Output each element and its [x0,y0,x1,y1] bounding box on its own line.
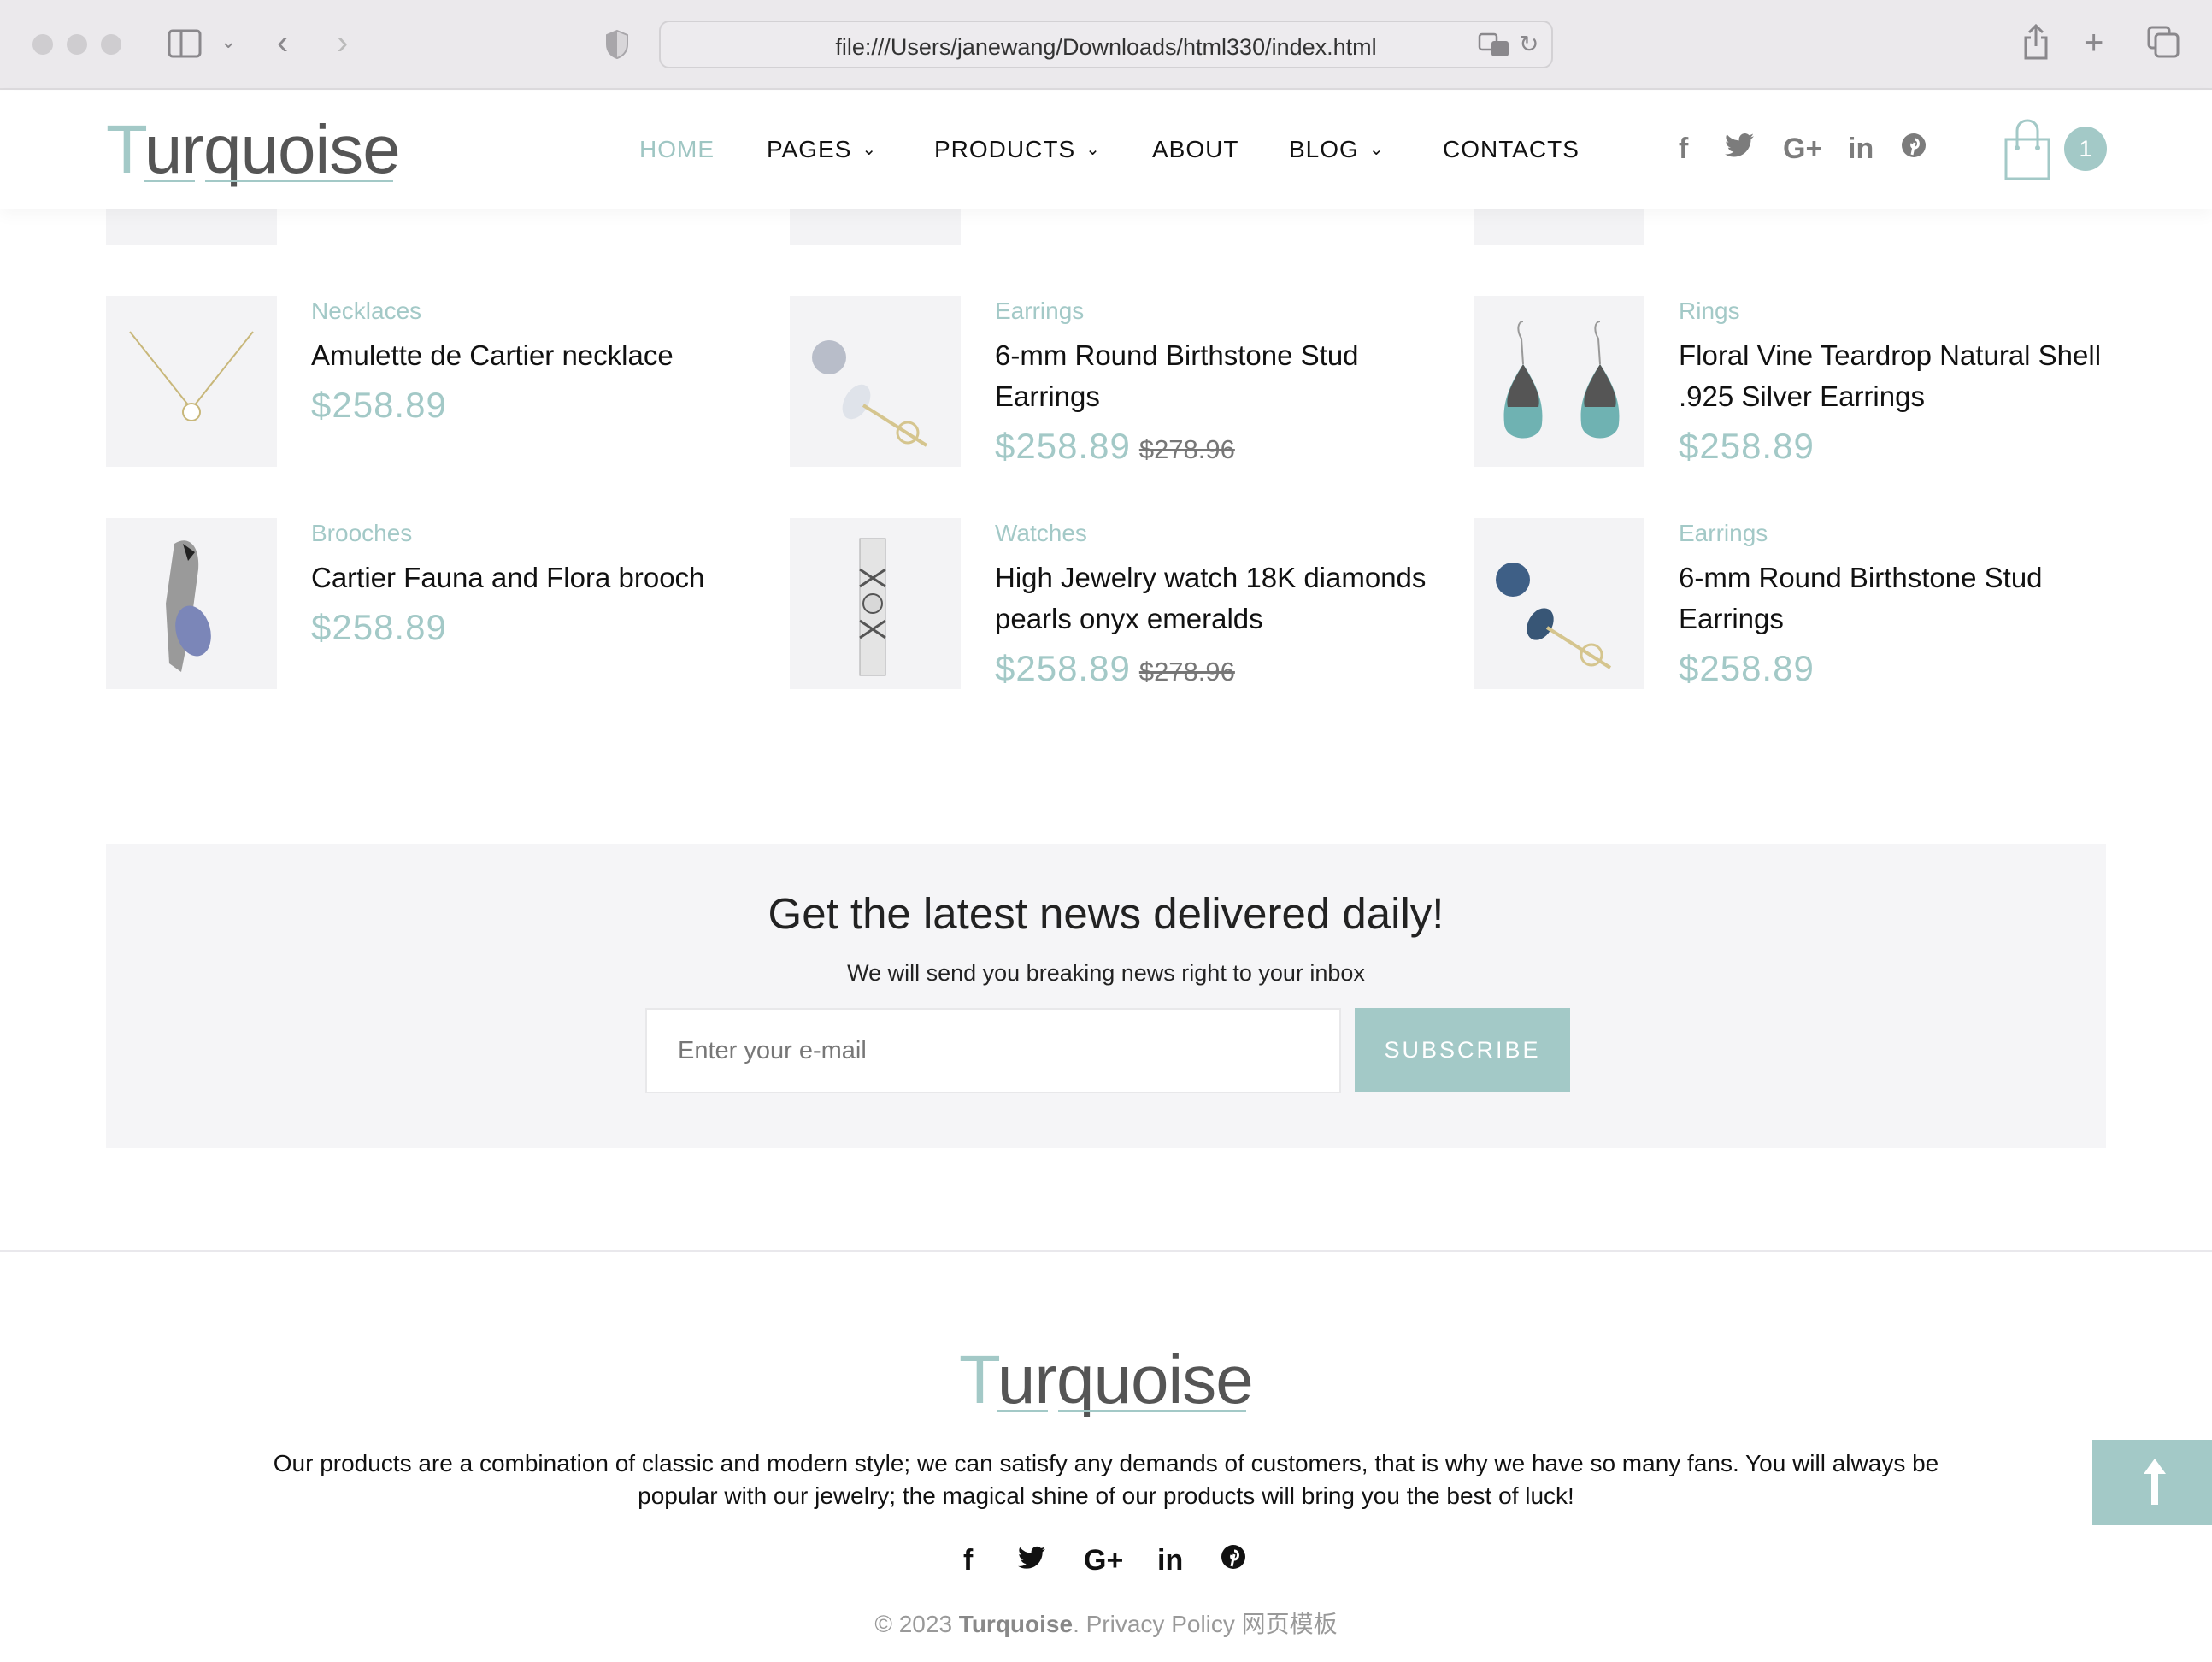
minimize-window-button[interactable] [67,34,87,55]
product-card[interactable]: Rings Floral Vine Teardrop Natural Shell… [1474,296,2140,467]
cart-icon[interactable] [2002,119,2053,182]
tab-overview-icon[interactable] [2147,26,2180,63]
reload-icon[interactable]: ↻ [1519,32,1538,56]
google-plus-icon[interactable]: G+ [1783,133,1822,166]
product-price: $258.89 [1679,648,1815,688]
product-name[interactable]: 6-mm Round Birthstone Stud Earrings [995,335,1431,417]
footer-logo[interactable]: Turquoise [959,1341,1254,1419]
product-price: $258.89 $278.96 [995,648,1235,688]
product-category[interactable]: Earrings [995,298,1084,325]
chevron-down-icon: ⌄ [1085,140,1101,159]
product-old-price: $278.96 [1138,657,1235,687]
chevron-down-icon: ⌄ [862,140,878,159]
nav-home[interactable]: HOME [639,136,715,163]
newsletter-subtitle: We will send you breaking news right to … [847,960,1365,986]
logo[interactable]: Turquoise [106,110,401,189]
nav-pages[interactable]: PAGES ⌄ [767,136,877,163]
privacy-shield-icon[interactable] [605,29,629,65]
nav-contacts[interactable]: CONTACTS [1443,136,1580,163]
product-image-teardrop-earrings[interactable] [1474,296,1644,467]
close-window-button[interactable] [32,34,53,55]
product-name[interactable]: Amulette de Cartier necklace [311,335,747,376]
product-category[interactable]: Watches [995,520,1087,547]
forward-icon[interactable]: › [337,26,348,60]
translate-icon[interactable] [1478,32,1512,64]
sidebar-toggle-icon[interactable] [168,29,202,63]
google-plus-icon[interactable]: G+ [1084,1544,1123,1577]
subscribe-button[interactable]: SUBSCRIBE [1355,1008,1570,1092]
product-card[interactable]: Earrings 6-mm Round Birthstone Stud Earr… [790,296,1456,467]
product-price: $258.89 [1679,426,1815,466]
copyright: © 2023 Turquoise. Privacy Policy 网页模板 [874,1611,1338,1637]
product-price: $258.89 [311,607,447,647]
product-category[interactable]: Rings [1679,298,1740,325]
newsletter-section: Get the latest news delivered daily! We … [106,844,2106,1148]
facebook-icon[interactable]: f [1679,133,1688,166]
back-to-top-button[interactable] [2092,1440,2212,1525]
product-card[interactable]: Watches High Jewelry watch 18K diamonds … [790,518,1456,689]
product-old-price: $278.96 [1138,434,1235,464]
site-header: Turquoise HOME PAGES ⌄ PRODUCTS ⌄ ABOUT BL… [0,91,2212,209]
pinterest-icon[interactable] [1221,1544,1246,1577]
share-icon[interactable] [2022,23,2050,65]
twitter-icon[interactable] [1725,133,1754,166]
product-card[interactable]: Brooches Cartier Fauna and Flora brooch … [106,518,773,689]
product-name[interactable]: High Jewelry watch 18K diamonds pearls o… [995,557,1431,639]
email-input[interactable] [645,1008,1341,1093]
nav-products[interactable]: PRODUCTS ⌄ [934,136,1101,163]
facebook-icon[interactable]: f [963,1544,973,1577]
linkedin-icon[interactable]: in [1157,1544,1183,1577]
address-bar[interactable]: file:///Users/janewang/Downloads/html330… [659,21,1553,68]
browser-toolbar: ⌄ ‹ › file:///Users/janewang/Downloads/h… [0,0,2212,90]
product-name[interactable]: Floral Vine Teardrop Natural Shell .925 … [1679,335,2115,417]
footer-description: Our products are a combination of classi… [273,1450,1939,1509]
product-category[interactable]: Necklaces [311,298,421,325]
nav-about[interactable]: ABOUT [1152,136,1238,163]
pinterest-icon[interactable] [1901,133,1927,166]
chevron-down-icon[interactable]: ⌄ [221,32,236,51]
privacy-policy-link[interactable]: . Privacy Policy 网页模板 [1073,1611,1338,1637]
arrow-up-icon [2144,1459,2166,1505]
brand-link[interactable]: Turquoise [959,1611,1073,1637]
product-image-partial[interactable] [790,209,961,245]
product-price: $258.89 [311,385,447,425]
new-tab-icon[interactable]: + [2084,26,2103,60]
product-image-necklace[interactable] [106,296,277,467]
zoom-window-button[interactable] [101,34,121,55]
product-image-partial[interactable] [106,209,277,245]
product-category[interactable]: Earrings [1679,520,1768,547]
product-price: $258.89 $278.96 [995,426,1235,466]
product-category[interactable]: Brooches [311,520,412,547]
product-image-blue-earrings[interactable] [1474,518,1644,689]
product-name[interactable]: 6-mm Round Birthstone Stud Earrings [1679,557,2115,639]
product-image-partial[interactable] [1474,209,1644,245]
url-text[interactable]: file:///Users/janewang/Downloads/html330… [661,34,1551,61]
nav-blog[interactable]: BLOG ⌄ [1289,136,1385,163]
product-name[interactable]: Cartier Fauna and Flora brooch [311,557,747,598]
twitter-icon[interactable] [1018,1544,1045,1577]
newsletter-title: Get the latest news delivered daily! [768,889,1444,938]
product-image-brooch[interactable] [106,518,277,689]
product-image-earrings[interactable] [790,296,961,467]
cart-count-badge[interactable]: 1 [2064,127,2107,171]
product-image-watch[interactable] [790,518,961,689]
footer-divider [0,1250,2212,1252]
product-card[interactable]: Necklaces Amulette de Cartier necklace $… [106,296,773,467]
linkedin-icon[interactable]: in [1848,133,1874,166]
back-icon[interactable]: ‹ [277,26,288,60]
product-card[interactable]: Earrings 6-mm Round Birthstone Stud Earr… [1474,518,2140,689]
chevron-down-icon: ⌄ [1368,140,1385,159]
